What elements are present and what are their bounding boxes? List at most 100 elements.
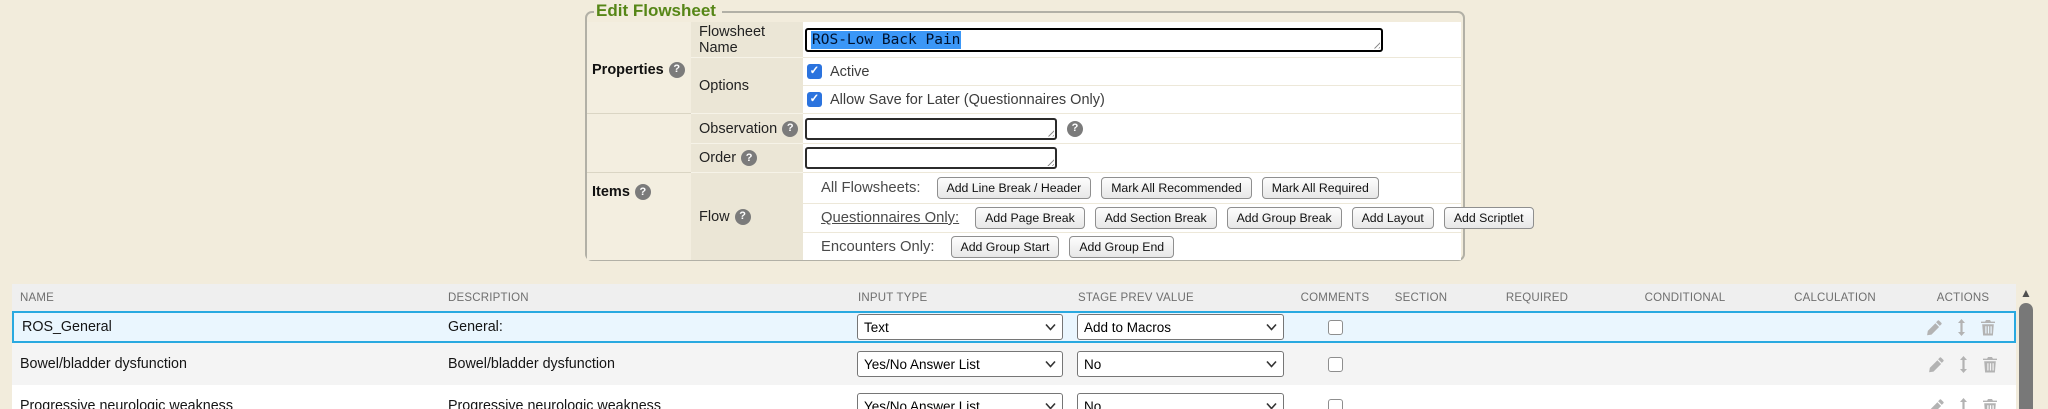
help-icon[interactable]: ? (1067, 121, 1083, 137)
column-header-conditional: CONDITIONAL (1610, 292, 1760, 304)
flowsheet-name-input[interactable]: ROS-Low Back Pain (805, 28, 1383, 52)
stage-prev-value-select[interactable]: No (1077, 351, 1284, 377)
column-header-calculation: CALCULATION (1760, 292, 1910, 304)
flowsheet-name-row: ROS-Low Back Pain (803, 22, 1461, 58)
column-header-comments: COMMENTS (1292, 292, 1378, 304)
observation-input[interactable] (805, 118, 1057, 140)
item-description: Bowel/bladder dysfunction (440, 356, 850, 372)
resize-grip-icon[interactable] (1045, 157, 1054, 166)
help-icon[interactable]: ? (635, 184, 651, 200)
column-header-name: NAME (12, 292, 440, 304)
items-group-label: Items ? (587, 173, 691, 260)
column-header-input-type: INPUT TYPE (850, 292, 1070, 304)
mark-all-required-button[interactable]: Mark All Required (1262, 177, 1379, 199)
add-group-start-button[interactable]: Add Group Start (951, 236, 1060, 258)
form-legend: Edit Flowsheet (594, 1, 722, 21)
properties-group-label: Properties ? (587, 22, 691, 114)
chevron-down-icon (1266, 361, 1277, 368)
encounters-only-row: Encounters Only: Add Group Start Add Gro… (803, 233, 1461, 260)
edit-pencil-icon[interactable] (1928, 356, 1945, 373)
observation-row: ? (803, 114, 1461, 144)
mark-all-recommended-button[interactable]: Mark All Recommended (1101, 177, 1252, 199)
chevron-down-icon (1266, 403, 1277, 409)
allow-save-checkbox-label: Allow Save for Later (Questionnaires Onl… (830, 92, 1105, 108)
actions-cell (1910, 356, 2016, 373)
table-header-row: NAME DESCRIPTION INPUT TYPE STAGE PREV V… (12, 284, 2016, 311)
questionnaires-only-row: Questionnaires Only: Add Page Break Add … (803, 204, 1461, 233)
selected-text: ROS-Low Back Pain (811, 31, 961, 49)
comments-checkbox[interactable] (1328, 357, 1343, 372)
move-updown-icon[interactable] (1958, 356, 1969, 373)
input-type-select[interactable]: Yes/No Answer List (857, 393, 1063, 409)
column-header-section: SECTION (1378, 292, 1464, 304)
add-section-break-button[interactable]: Add Section Break (1095, 207, 1217, 229)
add-group-end-button[interactable]: Add Group End (1069, 236, 1174, 258)
column-header-description: DESCRIPTION (440, 292, 850, 304)
observation-label: Observation ? (691, 114, 803, 144)
chevron-down-icon (1045, 361, 1056, 368)
edit-pencil-icon[interactable] (1926, 319, 1943, 336)
questionnaires-only-label: Questionnaires Only: (821, 210, 959, 226)
chevron-down-icon (1266, 324, 1277, 331)
help-icon[interactable]: ? (782, 121, 798, 137)
form-grid: Properties ? Items ? Flowsheet Name Opti… (587, 22, 1463, 260)
column-header-stage-prev-value: STAGE PREV VALUE (1070, 292, 1292, 304)
item-description: General: (440, 319, 850, 335)
order-input[interactable] (805, 147, 1057, 169)
delete-trash-icon[interactable] (1982, 356, 1998, 373)
help-icon[interactable]: ? (735, 209, 751, 225)
move-updown-icon[interactable] (1956, 319, 1967, 336)
add-layout-button[interactable]: Add Layout (1352, 207, 1434, 229)
comments-checkbox[interactable] (1328, 320, 1343, 335)
flowsheet-name-label: Flowsheet Name (691, 22, 803, 58)
scrollbar-thumb[interactable] (2019, 303, 2033, 409)
move-updown-icon[interactable] (1958, 398, 1969, 409)
chevron-down-icon (1045, 324, 1056, 331)
flowsheet-items-table: NAME DESCRIPTION INPUT TYPE STAGE PREV V… (12, 284, 2016, 409)
help-icon[interactable]: ? (741, 150, 757, 166)
item-name: Progressive neurologic weakness (12, 398, 440, 409)
actions-cell (1910, 398, 2016, 409)
delete-trash-icon[interactable] (1980, 319, 1996, 336)
input-type-select[interactable]: Text (857, 314, 1063, 340)
input-type-select[interactable]: Yes/No Answer List (857, 351, 1063, 377)
add-line-break-header-button[interactable]: Add Line Break / Header (937, 177, 1092, 199)
table-row[interactable]: Progressive neurologic weakness Progress… (12, 385, 2016, 409)
resize-grip-icon[interactable] (1371, 40, 1380, 49)
item-name: Bowel/bladder dysfunction (12, 356, 440, 372)
allow-save-option-row: ✓ Allow Save for Later (Questionnaires O… (803, 86, 1461, 114)
allow-save-checkbox[interactable]: ✓ (807, 92, 822, 107)
table-row[interactable]: ROS_General General: Text Add to Macros (12, 311, 2016, 343)
help-icon[interactable]: ? (669, 62, 685, 78)
all-flowsheets-label: All Flowsheets: (821, 180, 921, 196)
stage-prev-value-select[interactable]: No (1077, 393, 1284, 409)
add-page-break-button[interactable]: Add Page Break (975, 207, 1085, 229)
table-row[interactable]: Bowel/bladder dysfunction Bowel/bladder … (12, 343, 2016, 385)
item-description: Progressive neurologic weakness (440, 398, 850, 409)
active-checkbox[interactable]: ✓ (807, 64, 822, 79)
column-header-required: REQUIRED (1464, 292, 1610, 304)
actions-cell (1910, 319, 2012, 336)
order-label: Order ? (691, 144, 803, 173)
stage-prev-value-select[interactable]: Add to Macros (1077, 314, 1284, 340)
comments-checkbox[interactable] (1328, 399, 1343, 409)
resize-grip-icon[interactable] (1045, 128, 1054, 137)
flow-label: Flow ? (691, 173, 803, 260)
chevron-down-icon (1045, 403, 1056, 409)
active-option-row: ✓ Active (803, 58, 1461, 86)
add-scriptlet-button[interactable]: Add Scriptlet (1444, 207, 1534, 229)
encounters-only-label: Encounters Only: (821, 239, 935, 255)
edit-flowsheet-form: Edit Flowsheet Properties ? Items ? Flow… (585, 11, 1465, 261)
all-flowsheets-row: All Flowsheets: Add Line Break / Header … (803, 173, 1461, 204)
item-name: ROS_General (14, 319, 440, 335)
order-row (803, 144, 1461, 173)
edit-flowsheet-page: Edit Flowsheet Properties ? Items ? Flow… (0, 0, 2048, 409)
group-spacer (587, 114, 691, 173)
add-group-break-button[interactable]: Add Group Break (1227, 207, 1342, 229)
active-checkbox-label: Active (830, 64, 870, 80)
column-header-actions: ACTIONS (1910, 292, 2016, 304)
delete-trash-icon[interactable] (1982, 398, 1998, 409)
edit-pencil-icon[interactable] (1928, 398, 1945, 409)
scrollbar-up-button[interactable]: ▲ (2018, 287, 2034, 299)
options-label: Options (691, 58, 803, 114)
